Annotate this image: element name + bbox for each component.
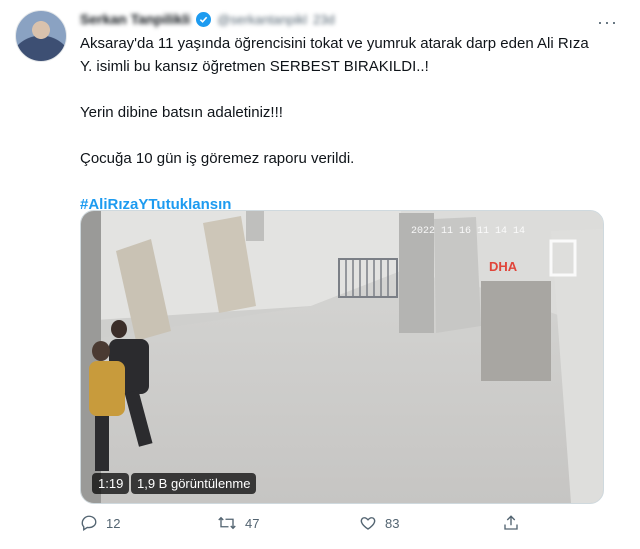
author-name[interactable]: Serkan Tanpilikli [80,11,190,27]
video-views: 1,9 B görüntülenme [131,473,257,494]
more-icon[interactable]: ··· [597,12,618,33]
share-icon [504,515,518,530]
retweet-icon [218,516,236,530]
author-handle[interactable]: @serkantanpikl [217,12,307,27]
like-icon [360,517,376,530]
reply-icon [81,515,97,532]
video-watermark: DHA [489,259,518,274]
action-bar: 12 47 83 [80,514,530,538]
video-player[interactable]: 2022 11 16 11 14 14 DHA 1:19 1,9 B görün… [80,210,604,504]
tweet-line: Çocuğa 10 gün iş göremez raporu verildi. [80,150,355,167]
reply-button[interactable]: 12 [80,514,120,532]
like-count: 83 [385,515,400,531]
avatar[interactable] [15,10,67,62]
tweet-line: Aksaray'da 11 yaşında öğrencisini tokat … [80,35,589,52]
video-duration: 1:19 [92,473,130,494]
verified-icon [196,11,212,27]
tweet-line: Yerin dibine batsın adaletiniz!!! [80,104,283,121]
video-frame: 2022 11 16 11 14 14 DHA [81,211,603,503]
share-button[interactable] [502,514,520,532]
video-timestamp: 2022 11 16 11 14 14 [411,226,525,237]
like-button[interactable]: 83 [359,514,399,532]
tweet-header: Serkan Tanpilikli @serkantanpikl 23d [80,10,335,28]
tweet-time[interactable]: 23d [313,12,335,27]
reply-count: 12 [106,515,121,531]
retweet-button[interactable]: 47 [217,514,259,532]
tweet-line: Y. isimli bu kansız öğretmen SERBEST BIR… [80,58,429,75]
tweet-text: Aksaray'da 11 yaşında öğrencisini tokat … [80,32,620,216]
retweet-count: 47 [245,515,260,531]
